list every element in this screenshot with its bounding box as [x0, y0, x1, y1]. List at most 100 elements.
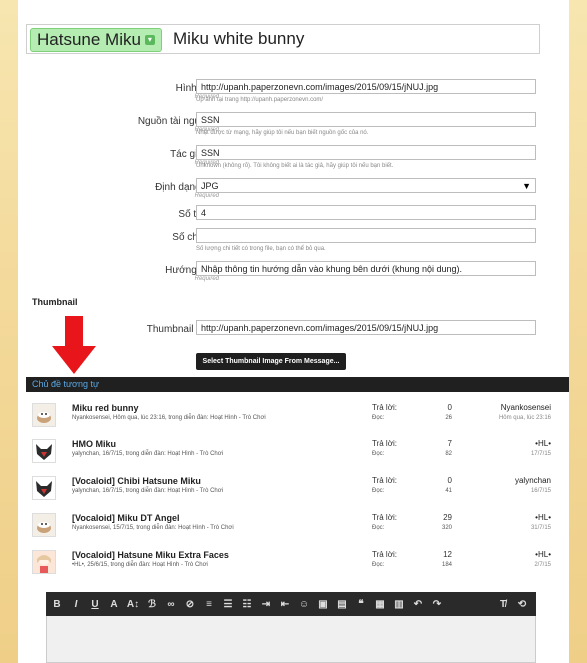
underline-icon[interactable]: U	[87, 599, 103, 610]
thread-title[interactable]: HMO Miku	[72, 439, 116, 449]
indent-icon[interactable]: ⇥	[258, 599, 274, 610]
save-draft-icon[interactable]: ▥	[391, 599, 407, 610]
views-count: 26	[445, 415, 452, 421]
thread-row[interactable]: [Vocaloid] Hatsune Miku Extra Faces •HL•,…	[26, 548, 551, 584]
replies-label: Trả lời:	[372, 403, 397, 412]
chevron-down-icon: ▾	[144, 35, 155, 45]
last-poster[interactable]: •HL•	[535, 439, 551, 448]
list-number-icon[interactable]: ☷	[239, 599, 255, 610]
bold-icon[interactable]: B	[49, 599, 65, 610]
thread-title[interactable]: [Vocaloid] Hatsune Miku Extra Faces	[72, 550, 229, 560]
font-family-icon[interactable]: ℬ	[144, 599, 160, 610]
views-label: Đọc:	[372, 525, 385, 531]
views-count: 82	[445, 451, 452, 457]
wolf-icon[interactable]	[32, 476, 56, 500]
select-thumbnail-button[interactable]: Select Thumbnail Image From Message...	[196, 353, 346, 370]
align-icon[interactable]: ≡	[201, 599, 217, 610]
title-value: Miku white bunny	[173, 29, 305, 48]
cup-icon[interactable]	[32, 513, 56, 537]
wolf-icon[interactable]	[32, 439, 56, 463]
thread-title[interactable]: Miku red bunny	[72, 403, 139, 413]
thread-title[interactable]: [Vocaloid] Chibi Hatsune Miku	[72, 476, 201, 486]
font-color-icon[interactable]: A	[106, 599, 122, 610]
replies-label: Trả lời:	[372, 476, 397, 485]
details-hint: Số lượng chi tiết có trong file, bạn có …	[196, 246, 326, 252]
smiley-icon[interactable]: ☺	[296, 599, 312, 610]
link-icon[interactable]: ∞	[163, 599, 179, 610]
image-url-field[interactable]: http://upanh.paperzonevn.com/images/2015…	[196, 79, 536, 94]
views-label: Đọc:	[372, 415, 385, 421]
source-field[interactable]: SSN	[196, 112, 536, 127]
remove-format-icon[interactable]: T̸	[495, 599, 511, 610]
replies-count: 0	[447, 476, 452, 485]
list-bullet-icon[interactable]: ☰	[220, 599, 236, 610]
anime-girl-icon[interactable]	[32, 550, 56, 574]
image-icon[interactable]: ▣	[315, 599, 331, 610]
replies-count: 29	[443, 513, 452, 522]
cup-icon[interactable]	[32, 403, 56, 427]
last-post-date[interactable]: 17/7/15	[531, 451, 551, 457]
thread-meta: yalynchan, 16/7/15, trong diễn đàn: Hoạt…	[72, 451, 224, 457]
replies-count: 12	[443, 550, 452, 559]
format-select[interactable]: JPG ▼	[196, 178, 536, 193]
title-input[interactable]: Hatsune Miku ▾ Miku white bunny	[26, 24, 540, 54]
media-icon[interactable]: ▤	[334, 599, 350, 610]
font-size-icon[interactable]: A↕	[125, 599, 141, 610]
redo-icon[interactable]: ↷	[429, 599, 445, 610]
last-poster[interactable]: •HL•	[535, 513, 551, 522]
views-count: 320	[441, 525, 452, 531]
outdent-icon[interactable]: ⇤	[277, 599, 293, 610]
thumbnail-url-field[interactable]: http://upanh.paperzonevn.com/images/2015…	[196, 320, 536, 335]
author-hint: Unknown (không rõ). Tôi không biết ai là…	[196, 163, 394, 169]
views-count: 184	[441, 562, 452, 568]
guide-required: Required	[194, 276, 219, 282]
last-poster[interactable]: •HL•	[535, 550, 551, 559]
thread-meta: Nyankosensei, Hôm qua, lúc 23:16, trong …	[72, 415, 266, 421]
replies-label: Trả lời:	[372, 550, 397, 559]
prefix-dropdown[interactable]: Hatsune Miku ▾	[30, 28, 162, 52]
toggle-bbcode-icon[interactable]: ⟲	[514, 599, 530, 610]
thread-row[interactable]: [Vocaloid] Miku DT Angel Nyankosensei, 15…	[26, 511, 551, 547]
similar-threads-heading: Chủ đề tương tự	[32, 379, 99, 389]
last-post-date[interactable]: 16/7/15	[531, 488, 551, 494]
message-editor[interactable]	[46, 616, 536, 663]
last-post-date[interactable]: 2/7/15	[534, 562, 551, 568]
similar-threads-header: Chủ đề tương tự	[26, 377, 569, 392]
red-arrow-icon	[52, 316, 96, 374]
italic-icon[interactable]: I	[68, 599, 84, 610]
replies-count: 0	[447, 403, 452, 412]
editor-toolbar: B I U A A↕ ℬ ∞ ⊘ ≡ ☰ ☷ ⇥ ⇤ ☺ ▣ ▤ ❝ ▦ ▥ ↶…	[46, 592, 536, 616]
replies-count: 7	[447, 439, 452, 448]
code-icon[interactable]: ▦	[372, 599, 388, 610]
format-value: JPG	[201, 181, 219, 191]
views-label: Đọc:	[372, 451, 385, 457]
replies-label: Trả lời:	[372, 439, 397, 448]
undo-icon[interactable]: ↶	[410, 599, 426, 610]
quote-icon[interactable]: ❝	[353, 599, 369, 610]
guide-field[interactable]: Nhập thông tin hướng dẫn vào khung bên d…	[196, 261, 536, 276]
thread-row[interactable]: [Vocaloid] Chibi Hatsune Miku yalynchan, …	[26, 474, 551, 510]
thread-row[interactable]: HMO Miku yalynchan, 16/7/15, trong diễn đ…	[26, 437, 551, 473]
thread-title[interactable]: [Vocaloid] Miku DT Angel	[72, 513, 180, 523]
pages-field[interactable]: 4	[196, 205, 536, 220]
source-hint: Nhặt được từ mạng, hãy giúp tôi nếu bạn …	[196, 130, 369, 136]
last-poster[interactable]: yalynchan	[515, 476, 551, 485]
details-field[interactable]	[196, 228, 536, 243]
author-field[interactable]: SSN	[196, 145, 536, 160]
thread-meta: •HL•, 25/6/15, trong diễn đàn: Hoạt Hình…	[72, 562, 208, 568]
replies-label: Trả lời:	[372, 513, 397, 522]
format-required: Required	[194, 193, 219, 199]
unlink-icon[interactable]: ⊘	[182, 599, 198, 610]
thread-row[interactable]: Miku red bunny Nyankosensei, Hôm qua, lúc…	[26, 401, 551, 437]
last-poster[interactable]: Nyankosensei	[501, 403, 551, 412]
views-count: 41	[445, 488, 452, 494]
views-label: Đọc:	[372, 562, 385, 568]
prefix-label: Hatsune Miku	[37, 30, 141, 49]
thumbnail-heading: Thumbnail	[32, 297, 78, 307]
last-post-date[interactable]: Hôm qua, lúc 23:16	[499, 415, 551, 421]
last-post-date[interactable]: 31/7/15	[531, 525, 551, 531]
image-hint: Up ảnh tại trang http://upanh.paperzonev…	[196, 97, 324, 103]
dropdown-arrow-icon: ▼	[522, 181, 531, 191]
thread-meta: yalynchan, 16/7/15, trong diễn đàn: Hoạt…	[72, 488, 224, 494]
views-label: Đọc:	[372, 488, 385, 494]
